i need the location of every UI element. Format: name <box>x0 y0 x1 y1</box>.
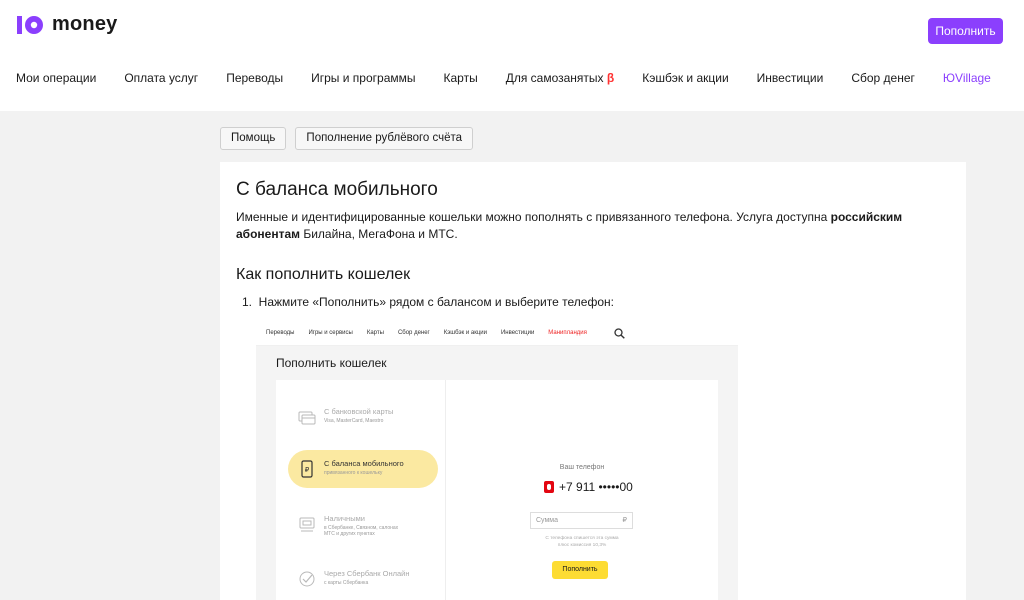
topup-form: Ваш телефон +7 911 •••••00 Сумма ₽ С теле… <box>446 380 718 600</box>
method-bank-card: С банковской карты Visa, MasterCard, Mae… <box>288 398 438 436</box>
ruble-icon: ₽ <box>622 517 627 524</box>
yoomoney-logo-icon <box>16 14 46 36</box>
method-title: С банковской карты <box>324 407 394 416</box>
nav-investments[interactable]: Инвестиции <box>757 71 824 85</box>
nav-fundraising[interactable]: Сбор денег <box>851 71 915 85</box>
method-sberbank-online: Через Сбербанк Онлайн с карты Сбербанка <box>288 560 438 598</box>
intro-part1: Именные и идентифицированные кошельки мо… <box>236 210 831 224</box>
method-sub: привязанного к кошельку <box>324 470 383 476</box>
yoomoney-logo[interactable]: money <box>16 13 117 36</box>
nav-operations[interactable]: Мои операции <box>16 71 96 85</box>
method-title: Через Сбербанк Онлайн <box>324 569 410 578</box>
step-1: 1. Нажмите «Пополнить» рядом с балансом … <box>242 295 614 309</box>
phone-number-row: +7 911 •••••00 <box>544 480 633 494</box>
screenshot-nav-item: Инвестиции <box>500 329 535 336</box>
sum-placeholder: Сумма <box>536 517 558 524</box>
nav-transfers[interactable]: Переводы <box>226 71 283 85</box>
top-header: money Пополнить Мои операции Оплата услу… <box>0 0 1024 111</box>
main-nav: Мои операции Оплата услуг Переводы Игры … <box>16 71 1019 85</box>
screenshot-topup-button: Пополнить <box>552 561 608 579</box>
beta-badge: β <box>606 71 615 85</box>
screenshot-nav-item: Кэшбэк и акции <box>443 329 487 336</box>
method-sub: Visa, MasterCard, Maestro <box>324 418 384 424</box>
method-cash: Наличными в Сбербанке, Связном, салонах … <box>288 505 438 543</box>
method-sub: в Сбербанке, Связном, салонах МТС и друг… <box>324 525 399 537</box>
phone-label: Ваш телефон <box>559 464 605 471</box>
method-title: С баланса мобильного <box>324 459 404 468</box>
topup-methods: С банковской карты Visa, MasterCard, Mae… <box>276 380 446 600</box>
phone-number: +7 911 •••••00 <box>559 480 633 494</box>
page-title: С баланса мобильного <box>236 179 438 200</box>
logo-text: money <box>52 13 118 35</box>
screenshot-nav-item: Игры и сервисы <box>308 329 353 336</box>
svg-text:₽: ₽ <box>305 466 310 474</box>
method-title: Наличными <box>324 514 365 523</box>
breadcrumb: Помощь Пополнение рублёвого счёта <box>220 127 474 150</box>
nav-yuvillage[interactable]: ЮVillage <box>943 71 991 85</box>
section-title: Как пополнить кошелек <box>236 266 411 283</box>
nav-cards[interactable]: Карты <box>444 71 478 85</box>
method-sub: с карты Сбербанка <box>324 580 369 586</box>
atm-icon <box>298 515 316 533</box>
nav-cashback[interactable]: Кэшбэк и акции <box>642 71 728 85</box>
screenshot-nav: Переводы Игры и сервисы Карты Сбор денег… <box>256 320 738 346</box>
method-mobile-balance: ₽ С баланса мобильного привязанного к ко… <box>288 450 438 488</box>
screenshot-nav-item: Сбор денег <box>397 329 430 336</box>
intro-text: Именные и идентифицированные кошельки мо… <box>236 209 946 243</box>
sberbank-icon <box>298 570 316 588</box>
nav-payments[interactable]: Оплата услуг <box>124 71 198 85</box>
card-icon <box>298 408 316 426</box>
breadcrumb-help[interactable]: Помощь <box>220 127 287 150</box>
screenshot-nav-item: Переводы <box>266 329 295 336</box>
screenshot-nav-item: Манипландия <box>548 329 587 336</box>
nav-self-employed[interactable]: Для самозанятых β <box>506 71 615 85</box>
topup-button[interactable]: Пополнить <box>928 18 1003 44</box>
phone-ruble-icon: ₽ <box>298 460 316 478</box>
search-icon <box>614 328 625 341</box>
intro-part2: Билайна, МегаФона и МТС. <box>300 227 458 241</box>
sum-input: Сумма ₽ <box>530 512 633 529</box>
screenshot-nav-item: Карты <box>366 329 384 336</box>
commission-note: С телефона спишется эта сумма плюс комис… <box>545 536 619 548</box>
breadcrumb-ruble-topup[interactable]: Пополнение рублёвого счёта <box>295 127 474 150</box>
screenshot-title: Пополнить кошелек <box>276 356 387 370</box>
nav-self-employed-label: Для самозанятых <box>505 71 604 85</box>
mts-icon <box>544 481 554 493</box>
nav-games[interactable]: Игры и программы <box>311 71 415 85</box>
screenshot-panel: С банковской карты Visa, MasterCard, Mae… <box>276 380 718 600</box>
